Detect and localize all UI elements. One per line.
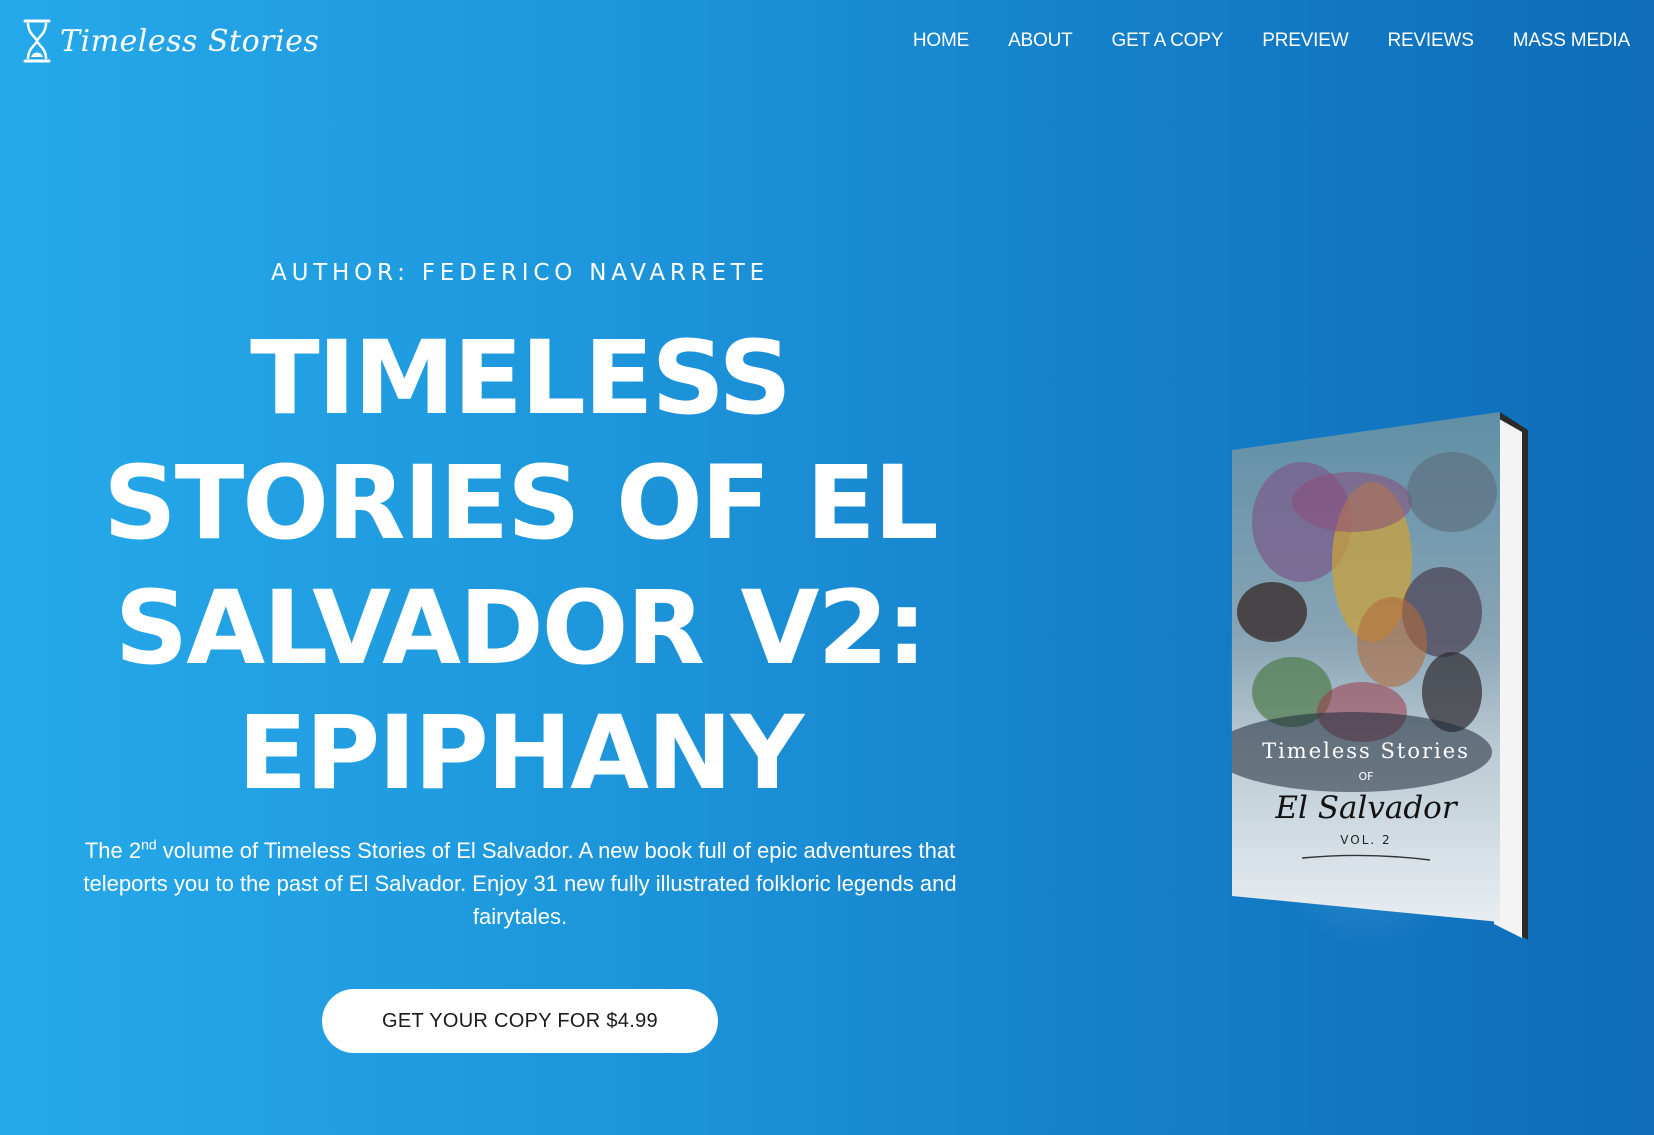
book-title: TIMELESS STORIES OF EL SALVADOR V2: EPIP… — [103, 319, 938, 813]
cover-title-line1: Timeless Stories — [1262, 739, 1470, 763]
main-nav: HOME ABOUT GET A COPY PREVIEW REVIEWS MA… — [913, 30, 1630, 52]
book-cover-image: Timeless Stories OF El Salvador VOL. 2 — [1212, 402, 1542, 972]
hourglass-icon — [23, 19, 51, 63]
cover-title-line3: El Salvador — [1274, 790, 1459, 826]
author-line: AUTHOR: FEDERICO NAVARRETE — [271, 260, 769, 286]
page: Timeless Stories HOME ABOUT GET A COPY P… — [0, 0, 1654, 1135]
desc-rest: volume of Timeless Stories of El Salvado… — [83, 838, 957, 929]
book-illustration: Timeless Stories OF El Salvador VOL. 2 — [1232, 412, 1528, 940]
nav-home[interactable]: HOME — [913, 30, 969, 52]
nav-get-a-copy[interactable]: GET A COPY — [1112, 30, 1224, 52]
nav-reviews[interactable]: REVIEWS — [1387, 30, 1473, 52]
desc-prefix: The 2 — [84, 838, 142, 863]
cover-title-line2: OF — [1359, 770, 1374, 783]
book-description: The 2nd volume of Timeless Stories of El… — [55, 834, 985, 933]
get-copy-button[interactable]: GET YOUR COPY FOR $4.99 — [322, 989, 718, 1053]
cover-title-line4: VOL. 2 — [1340, 833, 1391, 847]
hero-section: AUTHOR: FEDERICO NAVARRETE TIMELESS STOR… — [40, 260, 1000, 1053]
desc-sup: nd — [141, 836, 157, 853]
logo-text: Timeless Stories — [60, 23, 320, 59]
navbar: Timeless Stories HOME ABOUT GET A COPY P… — [0, 0, 1654, 90]
nav-preview[interactable]: PREVIEW — [1262, 30, 1348, 52]
nav-mass-media[interactable]: MASS MEDIA — [1513, 30, 1631, 52]
site-logo[interactable]: Timeless Stories — [22, 18, 319, 64]
nav-about[interactable]: ABOUT — [1008, 30, 1073, 52]
